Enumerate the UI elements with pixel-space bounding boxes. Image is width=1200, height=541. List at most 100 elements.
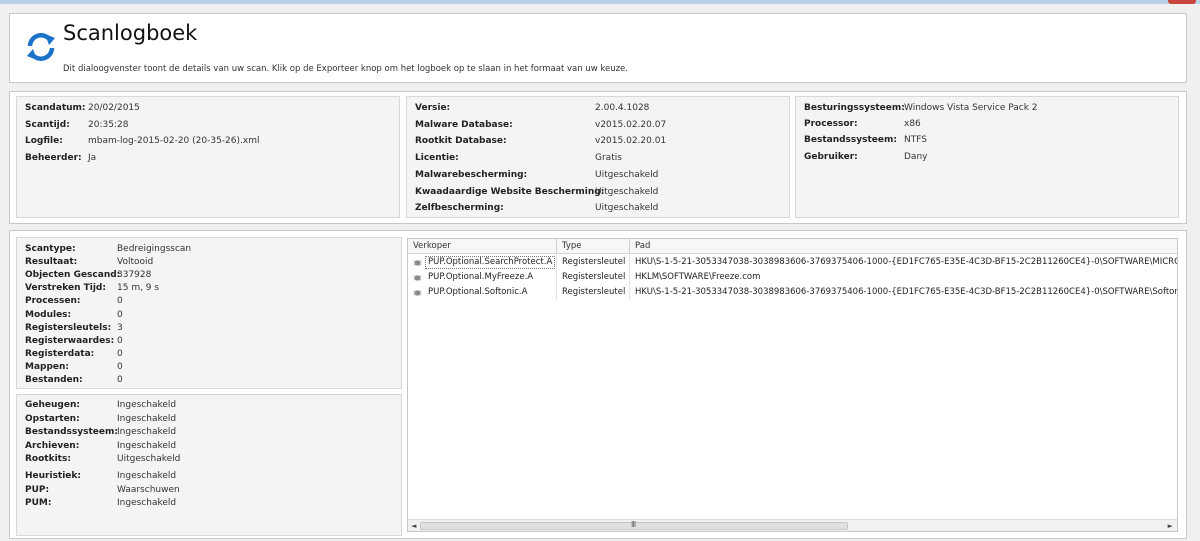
system-info-group: Besturingssysteem: Windows Vista Service … bbox=[795, 96, 1179, 218]
info-value: 0 bbox=[117, 375, 123, 385]
info-label: Malwarebescherming: bbox=[415, 169, 528, 180]
page-title: Scanlogboek bbox=[63, 21, 198, 45]
info-label: Processen: bbox=[25, 296, 81, 307]
bug-icon bbox=[413, 260, 422, 266]
info-value: 0 bbox=[117, 335, 123, 346]
bug-icon bbox=[413, 290, 422, 296]
info-label: Bestanden: bbox=[25, 375, 83, 385]
threats-table[interactable]: Verkoper Type Pad PUP.Optional.SearchPro… bbox=[407, 238, 1178, 532]
column-header-vendor[interactable]: Verkoper bbox=[413, 241, 451, 251]
info-value: Ja bbox=[88, 153, 97, 164]
header-panel: Scanlogboek Dit dialoogvenster toont de … bbox=[9, 13, 1187, 83]
refresh-icon bbox=[27, 33, 55, 61]
scrollbar-thumb[interactable]: III bbox=[420, 520, 848, 530]
cell-divider bbox=[629, 255, 630, 270]
info-value: 3 bbox=[117, 322, 123, 333]
cell-type: Registersleutel bbox=[562, 287, 626, 297]
info-label: Logfile: bbox=[25, 136, 63, 147]
info-value: 337928 bbox=[117, 270, 152, 281]
info-value: Ingeschakeld bbox=[117, 413, 177, 424]
info-label: Scandatum: bbox=[25, 103, 86, 113]
info-value: Dany bbox=[904, 151, 928, 162]
info-value: x86 bbox=[904, 119, 921, 130]
cell-type: Registersleutel bbox=[562, 272, 626, 282]
scroll-left-arrow[interactable]: ◄ bbox=[411, 522, 416, 530]
cell-vendor: PUP.Optional.MyFreeze.A bbox=[428, 272, 534, 282]
info-value: 0 bbox=[117, 361, 123, 372]
cell-vendor: PUP.Optional.Softonic.A bbox=[428, 287, 528, 297]
cell-path: HKU\S-1-5-21-3053347038-3038983606-37693… bbox=[635, 287, 1178, 297]
info-value: 20:35:28 bbox=[88, 119, 129, 130]
info-value: Ingeschakeld bbox=[117, 427, 177, 438]
info-value: 0 bbox=[117, 296, 123, 307]
info-label: Rootkit Database: bbox=[415, 136, 507, 147]
info-label: Archieven: bbox=[25, 440, 80, 451]
info-label: Resultaat: bbox=[25, 257, 78, 268]
info-label: Licentie: bbox=[415, 153, 459, 164]
info-value: Ingeschakeld bbox=[117, 471, 177, 481]
info-label: Bestandssysteem: bbox=[25, 427, 118, 438]
info-label: Modules: bbox=[25, 309, 72, 320]
info-label: Opstarten: bbox=[25, 413, 80, 424]
scrollbar-grip: III bbox=[631, 520, 636, 529]
window-close-button[interactable] bbox=[1168, 0, 1196, 4]
info-value: Ingeschakeld bbox=[117, 440, 177, 451]
info-label: Kwaadaardige Website Bescherming: bbox=[415, 186, 605, 197]
page-description: Dit dialoogvenster toont de details van … bbox=[63, 64, 628, 74]
info-value: NTFS bbox=[904, 135, 927, 146]
cell-path: HKU\S-1-5-21-3053347038-3038983606-37693… bbox=[635, 257, 1178, 267]
scan-results-group: Scantype: Bedreigingsscan Resultaat: Voltoo… bbox=[16, 237, 402, 389]
info-value: Uitgeschakeld bbox=[595, 186, 659, 197]
info-label: Registerdata: bbox=[25, 348, 95, 359]
info-label: Gebruiker: bbox=[804, 151, 858, 162]
info-value: Ingeschakeld bbox=[117, 498, 177, 509]
cell-divider bbox=[556, 270, 557, 285]
info-value: Waarschuwen bbox=[117, 484, 180, 495]
info-label: Registersleutels: bbox=[25, 322, 112, 333]
column-header-path[interactable]: Pad bbox=[635, 241, 650, 251]
cell-divider bbox=[629, 285, 630, 300]
table-row[interactable]: PUP.Optional.SearchProtect.A Registersleu… bbox=[408, 255, 1177, 270]
column-header-type[interactable]: Type bbox=[562, 241, 582, 251]
info-label: Mappen: bbox=[25, 361, 70, 372]
info-value: 0 bbox=[117, 348, 123, 359]
info-label: Heuristiek: bbox=[25, 471, 81, 481]
info-label: PUP: bbox=[25, 484, 50, 495]
info-label: Scantijd: bbox=[25, 119, 70, 130]
window-titlebar bbox=[0, 0, 1200, 4]
info-label: Verstreken Tijd: bbox=[25, 283, 106, 294]
info-label: Zelfbescherming: bbox=[415, 203, 504, 214]
info-value: v2015.02.20.01 bbox=[595, 136, 667, 147]
cell-divider bbox=[556, 255, 557, 270]
scan-info-group: Scandatum: 20/02/2015 Scantijd: 20:35:28 Log… bbox=[16, 96, 400, 218]
info-label: Objecten Gescand: bbox=[25, 270, 121, 281]
info-value: mbam-log-2015-02-20 (20-35-26).xml bbox=[88, 136, 260, 147]
table-row[interactable]: PUP.Optional.MyFreeze.A Registersleutel HK… bbox=[408, 270, 1177, 285]
scan-options-group: Geheugen: Ingeschakeld Opstarten: Ingeschak… bbox=[16, 394, 402, 536]
info-value: 0 bbox=[117, 309, 123, 320]
cell-path: HKLM\SOFTWARE\Freeze.com bbox=[635, 272, 761, 282]
info-label: Malware Database: bbox=[415, 119, 513, 130]
table-row[interactable]: PUP.Optional.Softonic.A Registersleutel HK… bbox=[408, 285, 1177, 300]
info-label: Scantype: bbox=[25, 244, 76, 254]
bug-icon bbox=[413, 275, 422, 281]
cell-divider bbox=[629, 270, 630, 285]
info-label: Bestandssysteem: bbox=[804, 135, 897, 146]
horizontal-scrollbar[interactable]: ◄ III ► bbox=[408, 519, 1177, 531]
info-value: Uitgeschakeld bbox=[595, 203, 659, 214]
info-value: Ingeschakeld bbox=[117, 400, 177, 410]
info-label: Processor: bbox=[804, 119, 858, 130]
table-header: Verkoper Type Pad bbox=[408, 239, 1177, 254]
info-value: Bedreigingsscan bbox=[117, 244, 192, 254]
info-value: Uitgeschakeld bbox=[117, 454, 181, 465]
info-value: Gratis bbox=[595, 153, 622, 164]
cell-type: Registersleutel bbox=[562, 257, 626, 267]
info-label: Geheugen: bbox=[25, 400, 80, 410]
info-label: Besturingssysteem: bbox=[804, 103, 905, 113]
version-info-group: Versie: 2.00.4.1028 Malware Database: v2015… bbox=[406, 96, 790, 218]
scroll-right-arrow[interactable]: ► bbox=[1168, 522, 1173, 530]
info-label: Rootkits: bbox=[25, 454, 71, 465]
column-divider[interactable] bbox=[629, 239, 630, 253]
column-divider[interactable] bbox=[556, 239, 557, 253]
info-label: Versie: bbox=[415, 103, 451, 113]
